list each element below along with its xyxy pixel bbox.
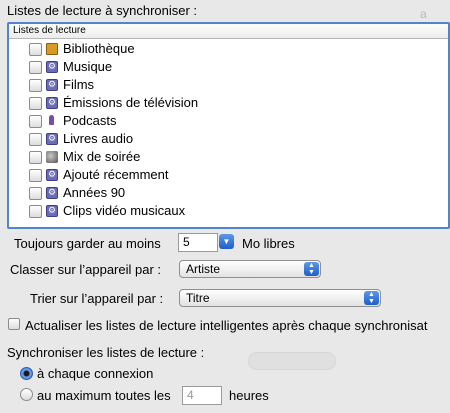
smart-playlist-icon: [46, 97, 58, 109]
sort-by-select[interactable]: Artiste ▲ ▼: [179, 260, 321, 278]
smart-playlist-icon: [46, 79, 58, 91]
sync-playlists-label: Synchroniser les listes de lecture :: [7, 345, 205, 360]
checkbox[interactable]: [29, 151, 42, 164]
playlist-label: Années 90: [63, 185, 126, 200]
smart-playlist-icon: [46, 133, 58, 145]
checkbox[interactable]: [29, 115, 42, 128]
up-down-arrows-icon: ▲ ▼: [364, 291, 379, 305]
playlist-label: Livres audio: [63, 131, 134, 146]
playlist-label: Clips vidéo musicaux: [63, 203, 186, 218]
hours-unit: heures: [229, 388, 269, 403]
playlist-label: Films: [63, 77, 95, 92]
playlist-label: Émissions de télévision: [63, 95, 199, 110]
checkbox[interactable]: [29, 79, 42, 92]
list-item[interactable]: Ajouté récemment: [9, 166, 448, 184]
chevron-down-icon: ▼: [222, 237, 231, 246]
update-smart-playlists-label: Actualiser les listes de lecture intelli…: [25, 318, 428, 333]
list-item[interactable]: Clips vidéo musicaux: [9, 202, 448, 220]
checkbox[interactable]: [29, 97, 42, 110]
playlist-column-header[interactable]: Listes de lecture: [9, 24, 448, 39]
library-icon: [46, 43, 58, 55]
keep-free-unit: Mo libres: [242, 236, 295, 251]
playlist-list[interactable]: Listes de lecture Bibliothèque Musique F…: [7, 22, 450, 229]
list-item[interactable]: Musique: [9, 58, 448, 76]
list-item[interactable]: Podcasts: [9, 112, 448, 130]
at-most-label: au maximum toutes les: [37, 388, 171, 403]
checkbox[interactable]: [29, 43, 42, 56]
list-item[interactable]: Livres audio: [9, 130, 448, 148]
order-by-label: Trier sur l’appareil par :: [30, 291, 164, 306]
list-item[interactable]: Bibliothèque: [9, 40, 448, 58]
list-item[interactable]: Mix de soirée: [9, 148, 448, 166]
list-item[interactable]: Films: [9, 76, 448, 94]
sort-by-value: Artiste: [186, 262, 221, 276]
checkbox[interactable]: [29, 205, 42, 218]
checkbox[interactable]: [29, 169, 42, 182]
playlist-label: Ajouté récemment: [63, 167, 169, 182]
podcast-icon: [46, 115, 58, 127]
update-smart-playlists-checkbox[interactable]: [8, 318, 20, 330]
list-item[interactable]: Années 90: [9, 184, 448, 202]
smart-playlist-icon: [46, 187, 58, 199]
playlist-label: Mix de soirée: [63, 149, 141, 164]
order-by-select[interactable]: Titre ▲ ▼: [179, 289, 381, 307]
checkbox[interactable]: [29, 133, 42, 146]
sort-by-label: Classer sur l’appareil par :: [10, 262, 162, 277]
smart-playlist-icon: [46, 61, 58, 73]
checkbox[interactable]: [29, 187, 42, 200]
keep-free-stepper[interactable]: ▼: [219, 234, 234, 249]
up-down-arrows-icon: ▲ ▼: [304, 262, 319, 276]
background-button: [248, 352, 336, 370]
order-by-value: Titre: [186, 291, 210, 305]
hours-input[interactable]: 4: [182, 386, 222, 405]
keep-free-input[interactable]: 5: [178, 233, 218, 252]
each-connection-radio[interactable]: [20, 367, 33, 380]
list-item[interactable]: Émissions de télévision: [9, 94, 448, 112]
playlist-label: Bibliothèque: [63, 41, 135, 56]
playlist-label: Musique: [63, 59, 113, 74]
sync-label: Listes de lecture à synchroniser :: [7, 3, 198, 18]
keep-free-label: Toujours garder au moins: [14, 236, 161, 251]
checkbox[interactable]: [29, 61, 42, 74]
playlist-label: Podcasts: [63, 113, 117, 128]
at-most-radio[interactable]: [20, 388, 33, 401]
smart-playlist-icon: [46, 205, 58, 217]
smart-playlist-icon: [46, 169, 58, 181]
each-connection-label: à chaque connexion: [37, 366, 154, 381]
background-text: a: [420, 7, 427, 21]
party-shuffle-icon: [46, 151, 58, 163]
